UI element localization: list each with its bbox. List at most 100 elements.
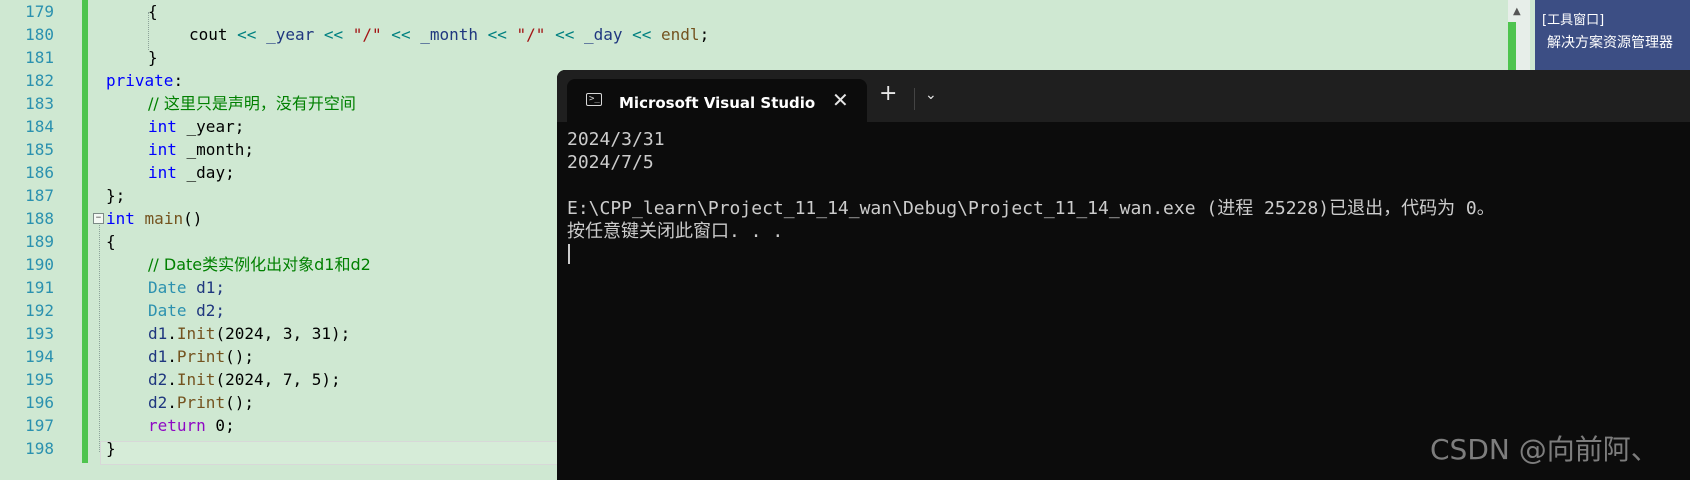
token: Date — [148, 278, 187, 297]
token: _year; — [176, 117, 245, 136]
line-number: 189 — [25, 232, 54, 251]
line-number: 191 — [25, 278, 54, 297]
token: Date — [148, 301, 187, 320]
token: . — [167, 347, 177, 366]
token: Init — [176, 324, 216, 343]
scroll-up-arrow-icon[interactable]: ▲ — [1513, 6, 1521, 17]
code-line-184[interactable]: int _year; — [148, 115, 244, 138]
tool-window-caption: [工具窗口] — [1542, 13, 1605, 28]
code-line-198[interactable]: } — [106, 437, 116, 460]
token: _year — [266, 25, 315, 44]
code-line-193[interactable]: d1.Init(2024, 3, 31); — [148, 322, 350, 345]
scrollbar-change-marker — [1508, 22, 1516, 70]
token: { — [106, 232, 116, 251]
code-line-182[interactable]: private: — [106, 69, 183, 92]
tab-separator — [914, 88, 915, 110]
output-line: E:\CPP_learn\Project_11_14_wan\Debug\Pro… — [567, 198, 1495, 219]
change-tracking-bar — [82, 0, 88, 463]
token: main — [144, 209, 184, 228]
token: << — [227, 25, 267, 44]
token: _day — [583, 25, 623, 44]
token: 0; — [205, 416, 235, 435]
token: cout — [189, 25, 228, 44]
line-number: 179 — [25, 2, 54, 21]
code-line-195[interactable]: d2.Init(2024, 7, 5); — [148, 368, 341, 391]
tab-title: Microsoft Visual Studio 调试控 — [619, 94, 819, 112]
token: Print — [176, 347, 226, 366]
line-number: 198 — [25, 439, 54, 458]
token: int — [106, 209, 135, 228]
line-number: 190 — [25, 255, 54, 274]
token: _month — [420, 25, 478, 44]
token: . — [167, 370, 177, 389]
solution-explorer-item[interactable]: 解决方案资源管理器 — [1547, 32, 1673, 52]
token: int — [148, 117, 177, 136]
code-line-185[interactable]: int _month; — [148, 138, 254, 161]
token: << — [381, 25, 421, 44]
line-number: 184 — [25, 117, 54, 136]
token: << — [478, 25, 517, 44]
code-line-190[interactable]: // Date类实例化出对象d1和d2 — [148, 253, 371, 276]
collapse-toggle-icon[interactable]: − — [93, 213, 104, 224]
token: d2; — [186, 301, 226, 320]
code-line-197[interactable]: return 0; — [148, 414, 235, 437]
token: private — [106, 71, 174, 90]
output-line: 2024/7/5 — [567, 152, 654, 173]
text-cursor — [568, 244, 570, 264]
token: int — [148, 140, 177, 159]
code-line-188[interactable]: int main() — [106, 207, 202, 230]
line-number: 180 — [25, 25, 54, 44]
token: { — [148, 2, 158, 21]
line-number: 195 — [25, 370, 54, 389]
token: Print — [176, 393, 226, 412]
line-number: 196 — [25, 393, 54, 412]
line-number: 181 — [25, 48, 54, 67]
code-line-192[interactable]: Date d2; — [148, 299, 225, 322]
terminal-tab[interactable]: >_ Microsoft Visual Studio 调试控 ✕ — [567, 79, 867, 122]
code-line-196[interactable]: d2.Print(); — [148, 391, 254, 414]
code-line-183[interactable]: // 这里只是声明，没有开空间 — [148, 92, 356, 115]
token: d1; — [186, 278, 226, 297]
code-line-187[interactable]: }; — [106, 184, 125, 207]
token: << — [314, 25, 353, 44]
token: } — [106, 439, 116, 458]
line-number: 188 — [25, 209, 54, 228]
code-line-186[interactable]: int _day; — [148, 161, 235, 184]
token: endl — [661, 25, 700, 44]
token: "/" — [352, 25, 382, 44]
code-line-181[interactable]: } — [148, 46, 158, 69]
token: . — [167, 324, 177, 343]
token: << — [545, 25, 584, 44]
code-line-194[interactable]: d1.Print(); — [148, 345, 254, 368]
output-line: 按任意键关闭此窗口. . . — [567, 221, 784, 242]
line-number: 186 — [25, 163, 54, 182]
line-number: 182 — [25, 71, 54, 90]
line-number: 192 — [25, 301, 54, 320]
code-line-179[interactable]: { — [148, 0, 158, 23]
output-line: 2024/3/31 — [567, 129, 665, 150]
debug-console-window[interactable]: >_ Microsoft Visual Studio 调试控 ✕ + ⌄ 202… — [557, 70, 1690, 480]
token: }; — [106, 186, 126, 205]
new-tab-button[interactable]: + — [879, 83, 897, 105]
token: Init — [176, 370, 216, 389]
line-number: 193 — [25, 324, 54, 343]
code-line-189[interactable]: { — [106, 230, 116, 253]
token: () — [183, 209, 203, 228]
close-tab-icon[interactable]: ✕ — [832, 88, 849, 112]
code-line-180[interactable]: cout << _year << "/" << _month << "/" <<… — [189, 23, 709, 46]
terminal-tab-bar: >_ Microsoft Visual Studio 调试控 ✕ + ⌄ — [557, 70, 1690, 122]
code-line-191[interactable]: Date d1; — [148, 276, 225, 299]
line-number: 183 — [25, 94, 54, 113]
token: d1 — [148, 347, 168, 366]
line-number: 187 — [25, 186, 54, 205]
token: _month; — [176, 140, 254, 159]
chevron-down-icon[interactable]: ⌄ — [925, 87, 937, 103]
token: "/" — [516, 25, 546, 44]
tool-window-panel[interactable]: [工具窗口] 解决方案资源管理器 — [1535, 0, 1690, 70]
console-output[interactable]: 2024/3/31 2024/7/5 E:\CPP_learn\Project_11… — [567, 128, 1495, 243]
comment: // Date类实例化出对象d1和d2 — [148, 255, 371, 274]
token: d2 — [148, 370, 168, 389]
token: : — [173, 71, 184, 90]
token: (2024, 3, 31); — [215, 324, 351, 343]
